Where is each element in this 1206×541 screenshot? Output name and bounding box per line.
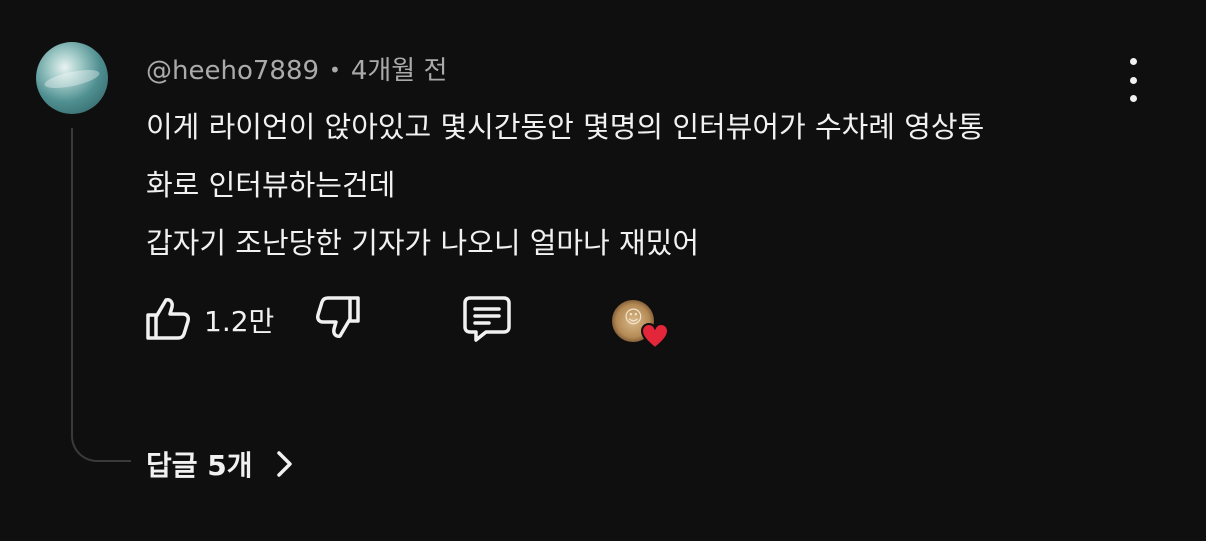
thumbs-up-icon [146,298,190,340]
reply-button[interactable] [462,294,512,344]
comment-meta: @heeho7889 • 4개월 전 [146,50,447,87]
more-vertical-icon [1129,58,1137,65]
thumbs-down-icon [316,296,360,338]
chevron-right-icon [276,451,292,477]
dislike-button[interactable] [314,294,362,342]
comment-line: 갑자기 조난당한 기자가 나오니 얼마나 재밌어 [146,226,700,260]
replies-label: 답글 5개 [146,449,253,482]
thread-connector-line [71,128,131,462]
comment-bubble-icon [463,296,511,342]
username[interactable]: @heeho7889 [146,56,319,86]
comment-line: 화로 인터뷰하는건데 [146,168,396,202]
more-vertical-icon-dot [1129,76,1137,84]
heart-icon [640,322,670,350]
meta-separator: • [329,58,341,82]
time-ago[interactable]: 4개월 전 [351,56,448,86]
more-options-button[interactable] [1118,58,1148,102]
comment-text: 이게 라이언이 앉아있고 몇시간동안 몇명의 인터뷰어가 수차례 영상통 화로 … [146,98,1136,272]
creator-heart-badge [610,298,672,350]
replies-toggle[interactable]: 답글 5개 [146,444,295,484]
like-count: 1.2만 [204,305,275,338]
user-avatar[interactable] [36,42,108,114]
like-button[interactable] [144,294,192,342]
comment-line: 이게 라이언이 앉아있고 몇시간동안 몇명의 인터뷰어가 수차례 영상통 [146,110,985,144]
